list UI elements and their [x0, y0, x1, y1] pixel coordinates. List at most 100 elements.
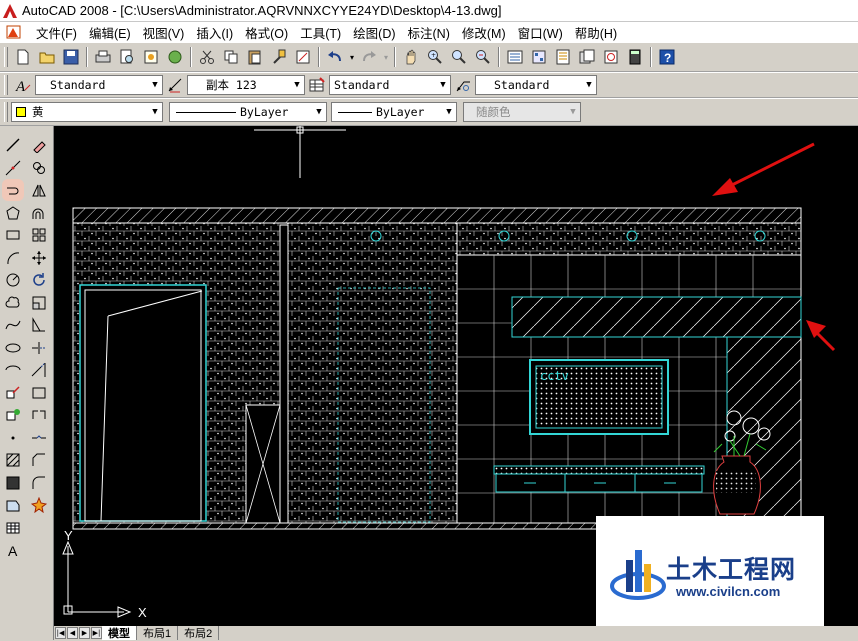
menu-edit[interactable]: 编辑(E)	[83, 23, 137, 42]
properties-button[interactable]	[504, 46, 526, 68]
copy-object-tool[interactable]	[28, 157, 50, 179]
menu-format[interactable]: 格式(O)	[239, 23, 294, 42]
table-tool[interactable]	[2, 517, 24, 539]
scale-tool[interactable]	[28, 292, 50, 314]
menu-dimension[interactable]: 标注(N)	[402, 23, 456, 42]
break-at-point-tool[interactable]	[28, 382, 50, 404]
open-folder-icon	[39, 52, 55, 64]
tab-first-button[interactable]: |◀	[55, 627, 66, 639]
3d-dwf-button[interactable]	[164, 46, 186, 68]
break-tool[interactable]	[28, 404, 50, 426]
extend-tool[interactable]	[28, 359, 50, 381]
plot-preview-button[interactable]	[116, 46, 138, 68]
zoom-previous-button[interactable]	[472, 46, 494, 68]
table-style-button[interactable]	[306, 74, 328, 96]
region-tool[interactable]	[2, 494, 24, 516]
menu-window[interactable]: 窗口(W)	[512, 23, 569, 42]
new-button[interactable]	[12, 46, 34, 68]
join-tool[interactable]	[28, 427, 50, 449]
chamfer-tool[interactable]	[28, 449, 50, 471]
multileader-style-select[interactable]: Standard ▼	[475, 75, 597, 95]
make-block-tool[interactable]	[2, 404, 24, 426]
quickcalc-button[interactable]	[624, 46, 646, 68]
menu-file[interactable]: 文件(F)	[30, 23, 83, 42]
open-button[interactable]	[36, 46, 58, 68]
text-style-select[interactable]: Standard ▼	[35, 75, 163, 95]
explode-tool[interactable]	[28, 494, 50, 516]
toolbar-grip[interactable]	[4, 75, 8, 95]
design-center-button[interactable]	[528, 46, 550, 68]
point-tool[interactable]	[2, 427, 24, 449]
publish-button[interactable]	[140, 46, 162, 68]
plot-style-control-select[interactable]: 随颜色 ▼	[463, 102, 581, 122]
rectangle-tool[interactable]	[2, 224, 24, 246]
ellipse-tool[interactable]	[2, 337, 24, 359]
cut-button[interactable]	[196, 46, 218, 68]
menu-help[interactable]: 帮助(H)	[569, 23, 623, 42]
ellipse-arc-tool[interactable]	[2, 359, 24, 381]
redo-dropdown[interactable]: ▾	[382, 46, 390, 68]
toolbar-grip[interactable]	[4, 102, 8, 122]
dim-style-select[interactable]: 副本 123 ▼	[187, 75, 305, 95]
tab-prev-button[interactable]: ◀	[67, 627, 78, 639]
menu-view[interactable]: 视图(V)	[137, 23, 191, 42]
tab-layout2[interactable]: 布局2	[178, 626, 220, 640]
plot-button[interactable]	[92, 46, 114, 68]
circle-tool[interactable]	[2, 269, 24, 291]
tool-palettes-button[interactable]	[552, 46, 574, 68]
pan-realtime-button[interactable]	[400, 46, 422, 68]
tab-layout1[interactable]: 布局1	[137, 626, 179, 640]
paste-button[interactable]	[244, 46, 266, 68]
fillet-tool[interactable]	[28, 472, 50, 494]
menu-modify[interactable]: 修改(M)	[456, 23, 512, 42]
tab-last-button[interactable]: ▶|	[91, 627, 102, 639]
lineweight-control-select[interactable]: ByLayer ▼	[331, 102, 457, 122]
insert-block-tool[interactable]	[2, 382, 24, 404]
rotate-tool[interactable]	[28, 269, 50, 291]
linetype-control-select[interactable]: ByLayer ▼	[169, 102, 327, 122]
match-properties-button[interactable]	[268, 46, 290, 68]
tab-next-button[interactable]: ▶	[79, 627, 90, 639]
gradient-tool[interactable]	[2, 472, 24, 494]
sheet-set-manager-button[interactable]	[576, 46, 598, 68]
trim-tool[interactable]	[28, 337, 50, 359]
spline-tool[interactable]	[2, 314, 24, 336]
arc-tool[interactable]	[2, 247, 24, 269]
offset-tool[interactable]	[28, 202, 50, 224]
zoom-realtime-button[interactable]: +	[424, 46, 446, 68]
tab-model[interactable]: 模型	[102, 626, 137, 640]
erase-tool[interactable]	[28, 134, 50, 156]
hatch-tool[interactable]	[2, 449, 24, 471]
array-tool[interactable]	[28, 224, 50, 246]
multileader-style-button[interactable]	[452, 74, 474, 96]
dim-style-button[interactable]	[164, 74, 186, 96]
mirror-tool[interactable]	[28, 179, 50, 201]
polygon-tool[interactable]	[2, 202, 24, 224]
menu-insert[interactable]: 插入(I)	[190, 23, 239, 42]
multiline-text-tool[interactable]: A	[2, 539, 24, 561]
undo-dropdown[interactable]: ▾	[348, 46, 356, 68]
stretch-icon	[32, 317, 45, 332]
text-style-button[interactable]: A	[12, 74, 34, 96]
zoom-window-button[interactable]	[448, 46, 470, 68]
menu-tools[interactable]: 工具(T)	[294, 23, 347, 42]
menu-draw[interactable]: 绘图(D)	[347, 23, 401, 42]
save-button[interactable]	[60, 46, 82, 68]
redo-button[interactable]	[358, 46, 380, 68]
undo-button[interactable]	[324, 46, 346, 68]
stretch-tool[interactable]	[28, 314, 50, 336]
line-tool[interactable]	[2, 134, 24, 156]
polyline-tool[interactable]	[2, 179, 24, 201]
table-style-select[interactable]: Standard ▼	[329, 75, 451, 95]
move-tool[interactable]	[28, 247, 50, 269]
color-control-select[interactable]: 黄 ▼	[11, 102, 163, 122]
copy-button[interactable]	[220, 46, 242, 68]
drawing-document-icon[interactable]	[6, 25, 22, 39]
toolbar-grip[interactable]	[4, 47, 8, 67]
chevron-down-icon: ▼	[294, 80, 300, 90]
revision-cloud-tool[interactable]	[2, 292, 24, 314]
help-button[interactable]: ?	[656, 46, 678, 68]
construction-line-tool[interactable]	[2, 157, 24, 179]
block-editor-button[interactable]	[292, 46, 314, 68]
markup-set-manager-button[interactable]	[600, 46, 622, 68]
